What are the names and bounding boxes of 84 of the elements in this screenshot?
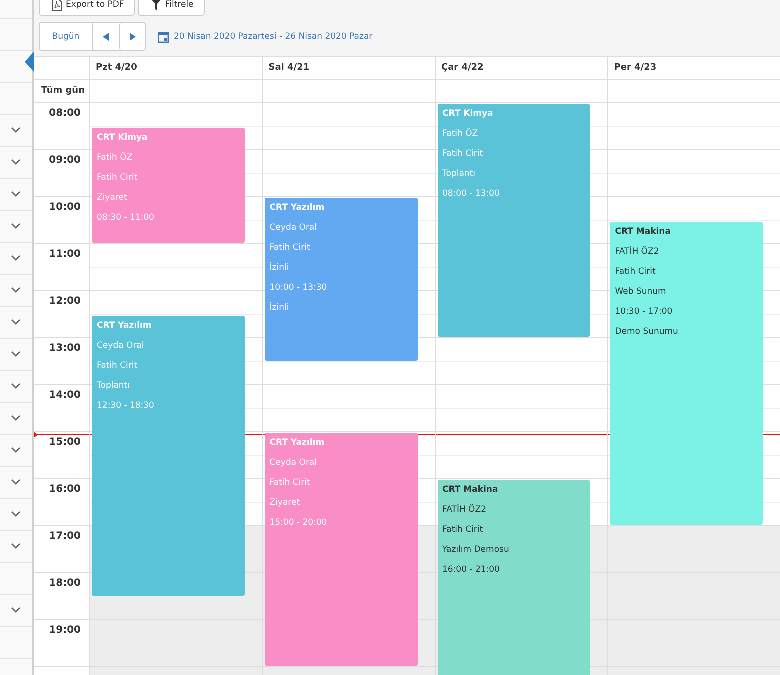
event-time: 08:00 - 13:00 — [442, 188, 501, 201]
event-detail: Fatih Cirit — [442, 148, 484, 161]
event-title: CRT Kimya — [442, 108, 494, 121]
event-card[interactable]: CRT Yazılım Ceyda Oral Fatih Cirit Ziyaret 15:00 - 20:00 — [264, 433, 418, 666]
hour-label: 13:00 — [49, 343, 81, 354]
event-detail: Web Sunum — [615, 286, 668, 298]
event-card[interactable]: CRT Yazılım Ceyda Oral Fatih Cirit İzinli 10:00 - 13:30 İzinli — [264, 198, 418, 360]
hour-label: 11:00 — [49, 249, 81, 260]
export-pdf-button[interactable]: Export to PDF — [39, 0, 136, 16]
chevron-down-icon[interactable] — [11, 543, 21, 550]
all-day-label: Tüm gün — [42, 86, 85, 96]
event-detail: Ceyda Oral — [270, 222, 318, 235]
event-detail: Toplantı — [442, 168, 476, 181]
calendar-icon[interactable] — [158, 30, 169, 42]
hour-label: 08:00 — [49, 108, 81, 119]
chevron-down-icon[interactable] — [11, 479, 21, 486]
pdf-document-icon — [52, 0, 63, 11]
hour-label: 16:00 — [49, 484, 81, 495]
event-time: 10:30 - 17:00 — [615, 306, 674, 318]
caret-left-icon — [103, 32, 109, 40]
event-time: 16:00 - 21:00 — [442, 564, 501, 577]
event-detail: Fatih Cirit — [270, 477, 312, 490]
event-detail: Ziyaret — [97, 192, 128, 204]
chevron-down-icon[interactable] — [11, 223, 21, 230]
event-detail: Ceyda Oral — [97, 340, 146, 352]
event-detail: Fatih Cirit — [97, 172, 139, 184]
day-header-label: Pzt 4/20 — [95, 63, 138, 73]
chevron-down-icon[interactable] — [11, 191, 21, 198]
hour-label: 19:00 — [49, 625, 81, 636]
event-detail: Fatih Cirit — [270, 242, 312, 255]
event-title: CRT Makina — [442, 484, 500, 497]
event-title: CRT Kimya — [97, 132, 149, 144]
event-detail: Ceyda Oral — [270, 457, 318, 470]
event-detail: Fatih Cirit — [615, 266, 657, 278]
chevron-down-icon[interactable] — [11, 351, 21, 358]
hour-label: 12:00 — [49, 296, 81, 307]
event-time: 10:00 - 13:30 — [270, 282, 328, 295]
day-header-label: Sal 4/21 — [268, 63, 310, 73]
hour-label: 17:00 — [49, 531, 81, 542]
event-detail: Fatih Cirit — [97, 360, 139, 372]
date-range-link[interactable]: 20 Nisan 2020 Pazartesi - 26 Nisan 2020 Pazar — [174, 32, 373, 42]
event-detail: Yazılım Demosu — [442, 544, 510, 557]
event-detail: Toplantı — [97, 380, 131, 392]
event-detail: Ziyaret — [270, 497, 302, 510]
hour-label: 18:00 — [49, 578, 81, 589]
hour-label: 15:00 — [49, 437, 81, 448]
chevron-down-icon[interactable] — [11, 319, 21, 326]
chevron-down-icon[interactable] — [11, 447, 21, 454]
chevron-down-icon[interactable] — [11, 415, 21, 422]
event-card[interactable]: CRT Makina FATİH ÖZ2 Fatih Cirit Web Sunum 10:30 - 17:00 Demo Sunumu — [610, 222, 763, 525]
caret-right-icon — [130, 32, 136, 40]
event-detail: İzinli — [270, 261, 290, 275]
filter-icon — [151, 0, 162, 11]
event-time: 12:30 - 18:30 — [97, 400, 156, 412]
collapse-tab-icon[interactable] — [25, 52, 34, 72]
event-title: CRT Yazılım — [270, 437, 326, 450]
event-title: CRT Yazılım — [270, 202, 326, 215]
chevron-down-icon[interactable] — [11, 511, 21, 518]
day-header-label: Çar 4/22 — [440, 63, 484, 73]
chevron-down-icon[interactable] — [11, 287, 21, 294]
event-note: Demo Sunumu — [615, 326, 680, 338]
event-card[interactable]: CRT Makina FATİH ÖZ2 Fatih Cirit Yazılım Demosu 16:00 - 21:00 — [438, 480, 590, 675]
event-card[interactable]: CRT Kimya Fatih ÖZ Fatih Cirit Ziyaret 08:30 - 11:00 — [92, 128, 245, 243]
event-time: 08:30 - 11:00 — [97, 212, 156, 224]
chevron-down-icon[interactable] — [11, 159, 21, 166]
hour-label: 10:00 — [49, 202, 81, 213]
event-detail: FATİH ÖZ2 — [442, 503, 488, 517]
chevron-down-icon[interactable] — [11, 383, 21, 390]
chevron-down-icon[interactable] — [11, 127, 21, 134]
all-day-cell[interactable] — [434, 80, 608, 102]
filter-button[interactable]: Filtrele — [138, 0, 205, 16]
event-time: 15:00 - 20:00 — [270, 517, 328, 530]
hour-label: 14:00 — [49, 390, 81, 401]
event-detail: Fatih ÖZ — [97, 151, 134, 164]
event-title: CRT Makina — [615, 226, 672, 238]
hour-label: 09:00 — [49, 155, 81, 166]
event-detail: FATİH ÖZ2 — [615, 245, 660, 258]
event-note: İzinli — [270, 301, 290, 315]
day-header-label: Per 4/23 — [613, 63, 657, 73]
event-detail: Fatih Cirit — [442, 524, 484, 537]
chevron-down-icon[interactable] — [11, 607, 21, 614]
chevron-down-icon[interactable] — [11, 255, 21, 262]
event-detail: Fatih ÖZ — [442, 127, 480, 141]
event-title: CRT Yazılım — [97, 320, 153, 332]
